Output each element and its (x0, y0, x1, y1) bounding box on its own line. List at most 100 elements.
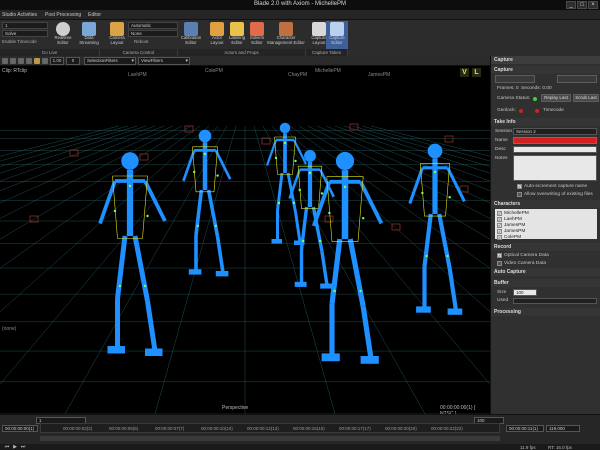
range-start-field[interactable]: 00:00:00:00(1) (2, 425, 38, 432)
camera-filter-select[interactable]: None (128, 30, 178, 37)
labeling-editor-button[interactable]: Labeling Editor (226, 21, 248, 49)
snap-icon[interactable] (42, 58, 48, 64)
auto-increment-checkbox[interactable]: ✓ (517, 184, 522, 189)
go-end-icon[interactable]: ⏭ (20, 444, 26, 450)
folder-icon[interactable] (34, 58, 40, 64)
enable-timecode-toggle[interactable]: Enable Timecode (2, 39, 37, 44)
group-capture-takes: Capture Takes (306, 49, 348, 56)
scale-tool-icon[interactable] (26, 58, 32, 64)
tab-post-processing[interactable]: Post Processing (45, 12, 81, 18)
marker-point (196, 224, 199, 228)
reboot-button[interactable]: Reboot (134, 39, 149, 44)
tab-studio-activities[interactable]: Studio Activities (2, 12, 37, 18)
3d-viewport[interactable]: Clip: RTclip (none) LaehPM ColePM ChayPM… (0, 66, 490, 414)
stream-field[interactable]: 1 (2, 22, 48, 29)
actor-layout-button[interactable]: Actor Layout (206, 21, 228, 49)
marker-point (359, 289, 362, 293)
minimize-button[interactable]: _ (566, 1, 576, 9)
rt-readout: RT: 16.0 fps (548, 445, 572, 450)
timeline-scrub-bar[interactable] (40, 436, 500, 441)
group-go-live: Go Live (0, 49, 100, 56)
solvers-editor-button[interactable]: Solvers Editor (246, 21, 268, 49)
performer-arm-left (98, 180, 117, 225)
character-checkbox-1[interactable]: ✓ (497, 211, 502, 216)
marker-point (294, 159, 297, 163)
character-management-button[interactable]: Character Management Editor (266, 21, 306, 49)
allow-overwrite-checkbox[interactable] (517, 192, 522, 197)
offset-field[interactable]: 0 (66, 57, 80, 65)
camera-layout-button[interactable]: Camera Layout (106, 21, 128, 49)
take-notes-field[interactable] (513, 155, 597, 181)
data-streaming-button[interactable]: Data Streaming (78, 21, 100, 49)
record-button[interactable] (495, 75, 535, 83)
marker-point (425, 254, 428, 258)
auto-increment-label: Auto-increment capture name (524, 184, 588, 189)
character-checkbox-4[interactable]: ✓ (497, 229, 502, 234)
character-checkbox-5[interactable]: ✓ (497, 235, 502, 240)
camera-status-label: Camera Status: (497, 96, 531, 101)
character-item-1: MichellePM (504, 211, 529, 216)
replay-last-button[interactable]: Replay Last (541, 94, 571, 102)
realtime-editor-button[interactable]: Realtime Editor (52, 21, 74, 49)
name-label: Name (495, 138, 508, 143)
stop-button[interactable] (557, 75, 597, 83)
genlock-label: Genlock: (497, 108, 516, 113)
calibration-editor-button[interactable]: Calibration Editor (178, 21, 204, 49)
session-select[interactable]: Session 2 (513, 128, 597, 135)
select-tool-icon[interactable] (2, 58, 8, 64)
view-mode-v[interactable]: V (460, 68, 469, 77)
take-name-field[interactable] (513, 137, 597, 144)
timeline-ruler[interactable]: 00:00:00:02(2) 00:00:00:05(5) 00:00:00:0… (40, 423, 500, 433)
frames-readout: Frames: 0 (497, 86, 519, 91)
speed-field[interactable]: 1.00 (50, 57, 64, 65)
scrub-last-button[interactable]: Scrub Last (573, 94, 599, 102)
play-icon[interactable]: ▶ (12, 444, 18, 450)
marker-point (343, 185, 347, 189)
marker-point (113, 209, 117, 213)
close-button[interactable]: × (588, 1, 598, 9)
view-filters-select[interactable]: ViewFilters (138, 57, 190, 65)
seconds-readout: Seconds: 0.00 (521, 86, 552, 91)
optical-checkbox[interactable]: ✓ (497, 253, 502, 258)
current-time-field[interactable]: 00:00:00:11(1) (506, 425, 544, 432)
marker-point (362, 217, 365, 220)
character-item-4: JamesPM (504, 229, 526, 234)
window-title: Blade 2.0 with Axiom - MichellePM (253, 1, 347, 7)
go-start-icon[interactable]: ⏮ (4, 444, 10, 450)
video-checkbox[interactable] (497, 261, 502, 266)
actor-label-3: ChayPM (288, 72, 308, 78)
maximize-button[interactable]: □ (577, 1, 587, 9)
camera-marker (139, 153, 149, 161)
viewport-timecode: 00:00:00:00(1) [ NTSC ] (440, 405, 476, 414)
grid-line (0, 125, 147, 174)
buffer-size-field[interactable]: 100 (513, 289, 537, 296)
performer-foot-right (320, 283, 333, 289)
capture-editor-button[interactable]: Capture Editor (326, 21, 348, 49)
calibration-icon (184, 22, 198, 36)
actor-label-5: JamesPM (368, 72, 391, 78)
camera-mode-select[interactable]: Automatic (128, 22, 178, 29)
performer-foot-right (145, 348, 163, 356)
performer-shin-right (145, 300, 158, 352)
grid-line (0, 125, 138, 167)
move-tool-icon[interactable] (10, 58, 16, 64)
performer-leg-left (115, 235, 128, 299)
fps-readout: 11.9 fps (520, 445, 536, 450)
grid-line (253, 125, 336, 414)
performer-leg-right (437, 213, 452, 269)
take-info-section: Take Info (491, 118, 600, 126)
character-checkbox-2[interactable]: ✓ (497, 217, 502, 222)
session-label: Session (495, 129, 513, 134)
view-mode-l[interactable]: L (472, 68, 481, 77)
characters-section: Characters (491, 200, 600, 208)
selection-filters-select[interactable]: SelectionFilters (84, 57, 136, 65)
actor-icon (210, 22, 224, 36)
tab-editor[interactable]: Editor (88, 12, 101, 18)
character-checkbox-3[interactable]: ✓ (497, 223, 502, 228)
take-desc-field[interactable] (513, 146, 597, 153)
solve-field[interactable]: Solve (2, 30, 48, 37)
end-time-field[interactable]: 119.000 (546, 425, 580, 432)
genlock-indicator (519, 109, 523, 113)
rotate-tool-icon[interactable] (18, 58, 24, 64)
grid-line (0, 125, 210, 313)
